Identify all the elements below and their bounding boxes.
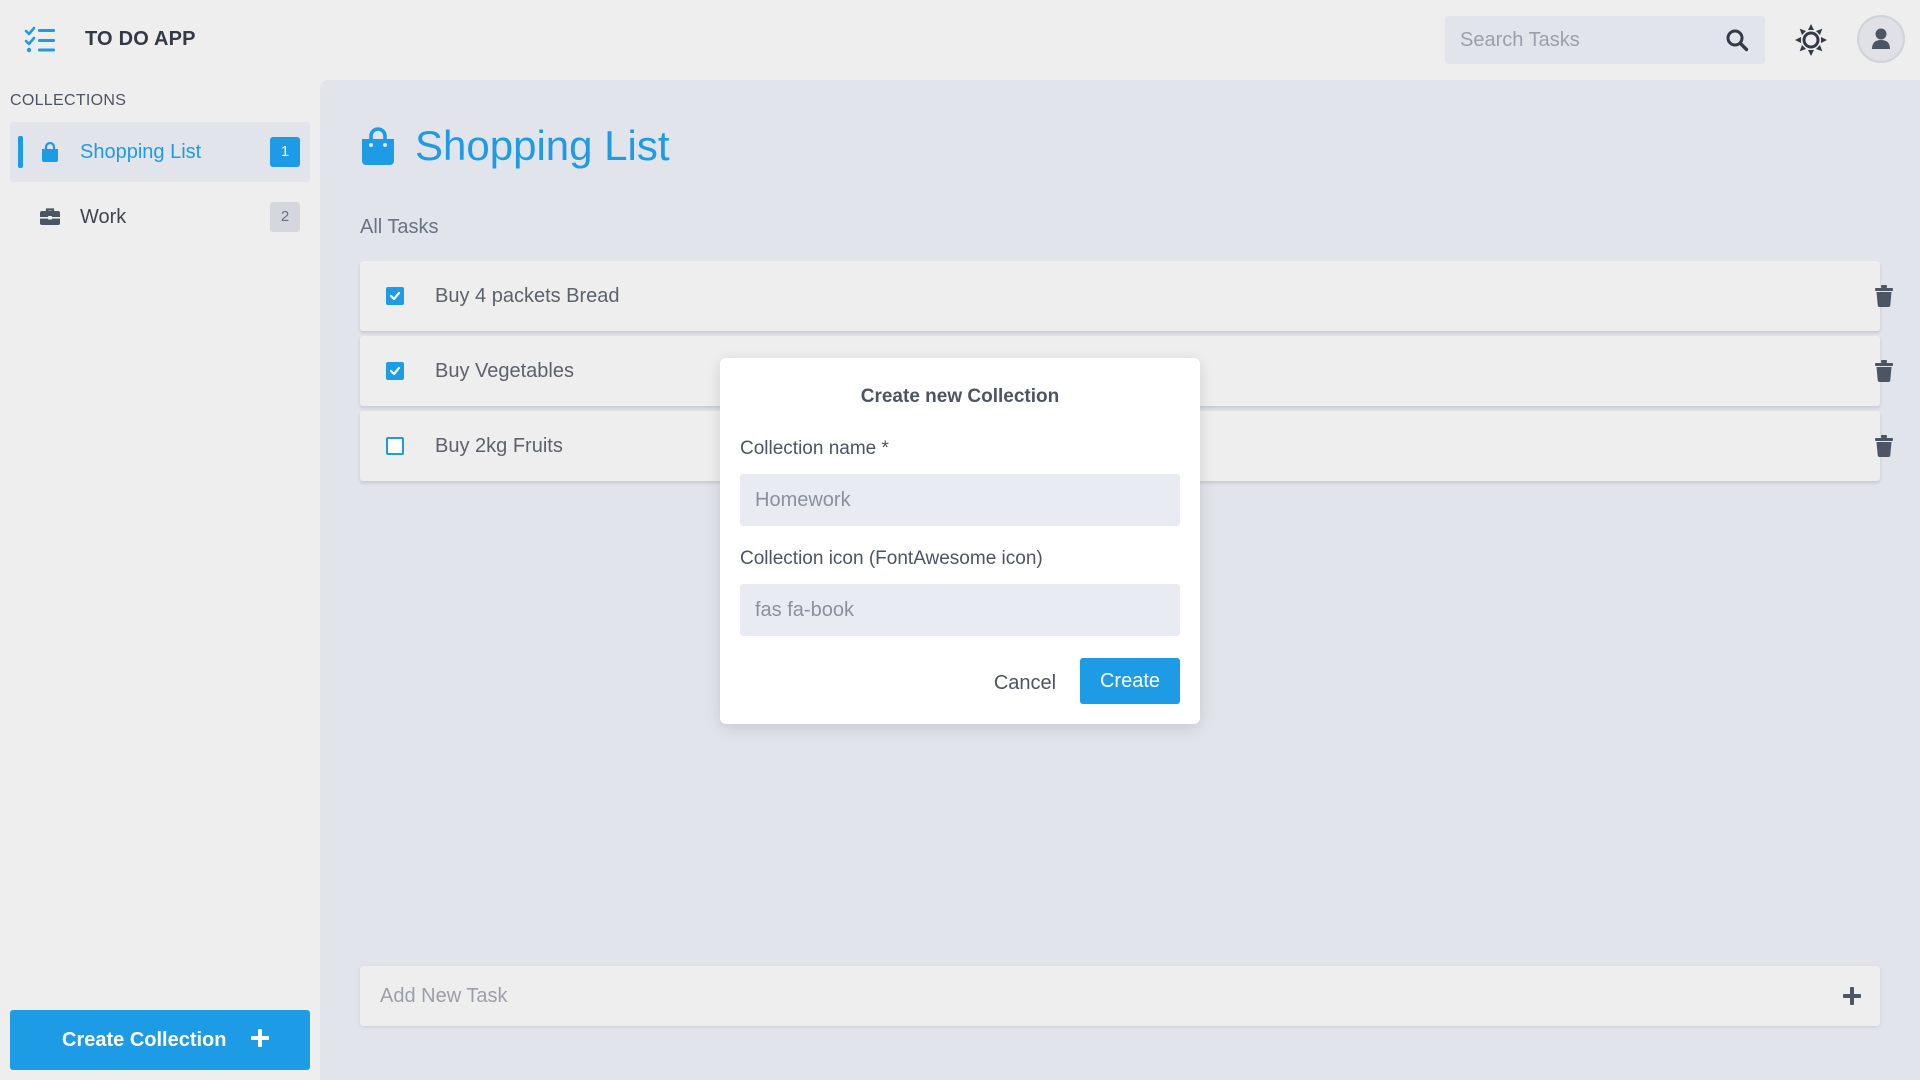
shopping-bag-icon	[362, 127, 394, 165]
dialog-title: Create new Collection	[860, 386, 1060, 407]
search-input[interactable]	[1445, 16, 1715, 64]
user-avatar[interactable]	[1857, 15, 1905, 63]
user-icon	[1872, 28, 1890, 49]
collection-icon-input[interactable]	[740, 584, 1180, 636]
cancel-button[interactable]: Cancel	[960, 660, 1090, 706]
collection-icon-label: Collection icon (FontAwesome icon)	[740, 548, 1043, 569]
app-title: TO DO APP	[85, 28, 196, 50]
briefcase-icon	[40, 208, 60, 225]
task-label: Buy 2kg Fruits	[435, 435, 563, 457]
search-box	[1445, 16, 1765, 64]
add-task-input[interactable]	[360, 966, 1800, 1026]
trash-icon[interactable]	[1875, 435, 1893, 457]
plus-icon[interactable]	[1840, 984, 1864, 1008]
sidebar-item-shopping-list[interactable]: Shopping List 1	[10, 122, 310, 182]
sidebar: COLLECTIONS Shopping List 1 Work 2 Creat…	[0, 80, 320, 1080]
task-checkbox[interactable]	[386, 437, 404, 455]
shopping-bag-icon	[42, 142, 58, 162]
trash-icon[interactable]	[1875, 360, 1893, 382]
add-task-bar	[360, 966, 1880, 1026]
create-button[interactable]: Create	[1080, 658, 1180, 704]
task-checkbox[interactable]	[386, 362, 404, 380]
collections-heading: COLLECTIONS	[10, 92, 127, 109]
trash-icon[interactable]	[1875, 285, 1893, 307]
search-icon[interactable]	[1725, 28, 1749, 52]
page-title: Shopping List	[415, 122, 670, 169]
sun-icon[interactable]	[1794, 23, 1828, 57]
task-count-badge: 1	[270, 137, 300, 167]
plus-icon	[251, 1029, 269, 1047]
collection-name-label: Collection name *	[740, 438, 889, 459]
check-icon	[389, 366, 401, 376]
top-bar: TO DO APP	[0, 0, 1920, 80]
check-icon	[389, 291, 401, 301]
task-checkbox[interactable]	[386, 287, 404, 305]
task-label: Buy 4 packets Bread	[435, 285, 620, 307]
sidebar-item-label: Shopping List	[80, 141, 202, 163]
all-tasks-heading: All Tasks	[360, 216, 439, 238]
create-collection-label: Create Collection	[62, 1029, 227, 1051]
sidebar-item-label: Work	[80, 206, 127, 228]
active-indicator	[18, 136, 23, 168]
create-collection-button[interactable]: Create Collection	[10, 1010, 310, 1070]
task-row: Buy 4 packets Bread	[360, 261, 1893, 331]
task-count-badge: 2	[270, 202, 300, 232]
create-collection-dialog: Create new Collection Collection name * …	[720, 358, 1200, 724]
collection-name-input[interactable]	[740, 474, 1180, 526]
task-label: Buy Vegetables	[435, 360, 574, 382]
list-check-icon	[24, 26, 55, 53]
sidebar-item-work[interactable]: Work 2	[10, 187, 310, 247]
